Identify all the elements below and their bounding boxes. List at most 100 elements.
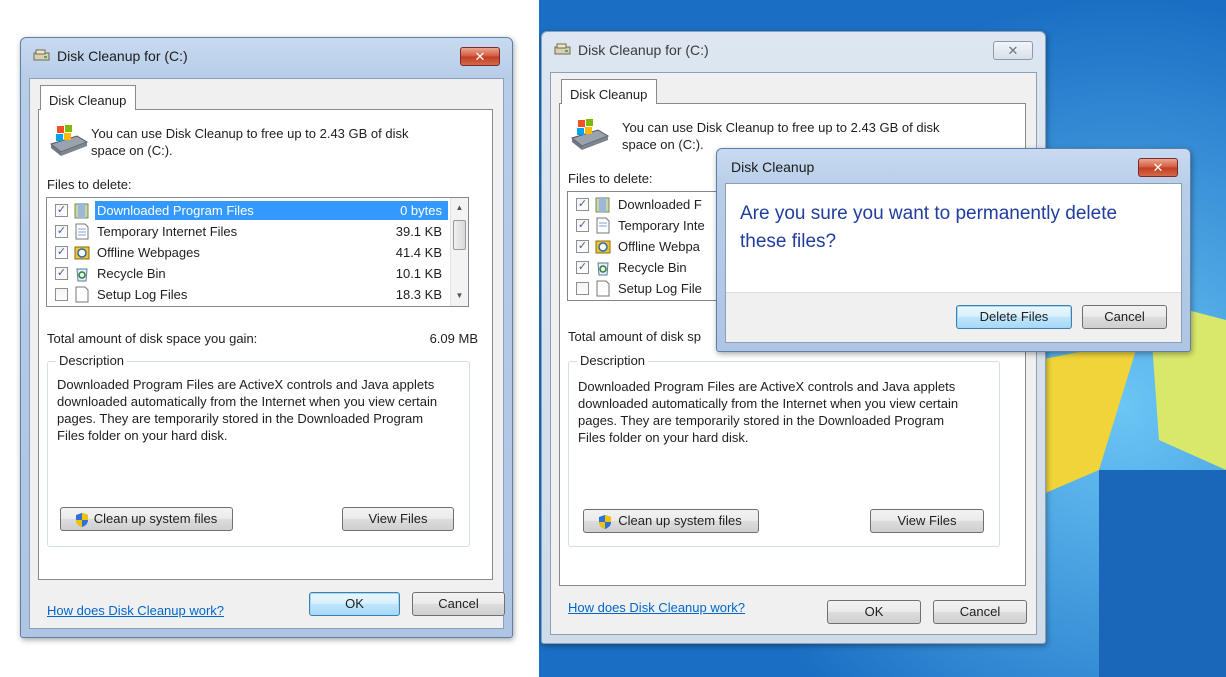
description-line: Downloaded Program Files are ActiveX con… [57, 377, 435, 392]
recycle-bin-icon [597, 262, 609, 276]
recycle-bin-icon [76, 268, 88, 282]
cancel-button[interactable]: Cancel [933, 600, 1027, 624]
list-item[interactable]: ✓ Temporary Inte [570, 215, 716, 236]
description-text: Downloaded Program Files are ActiveX con… [578, 378, 996, 446]
checkbox[interactable]: ✓ [576, 261, 589, 274]
checkbox[interactable]: ✓ [55, 246, 68, 259]
intro-line-1: You can use Disk Cleanup to free up to 2… [91, 126, 409, 141]
close-button[interactable]: ✕ [993, 41, 1033, 60]
dialog-button-bar: Delete Files Cancel [726, 292, 1181, 342]
help-link[interactable]: How does Disk Cleanup work? [47, 603, 224, 618]
description-line: Downloaded Program Files are ActiveX con… [578, 379, 956, 394]
clean-up-system-files-button[interactable]: Clean up system files [60, 507, 233, 531]
confirm-delete-dialog: Disk Cleanup ✕ Are you sure you want to … [716, 148, 1191, 352]
dialog-title: Disk Cleanup [731, 159, 815, 175]
intro-line-2: space on (C:). [91, 143, 173, 158]
list-item[interactable]: ✓ Offline Webpa [570, 236, 716, 257]
file-size: 10.1 KB [395, 266, 442, 281]
description-line: downloaded automatically from the Intern… [578, 396, 959, 411]
description-line: pages. They are temporarily stored in th… [57, 411, 424, 426]
description-title: Description [56, 353, 128, 368]
checkbox[interactable] [576, 282, 589, 295]
file-label: Temporary Inte [618, 218, 705, 233]
files-to-delete-label: Files to delete: [568, 171, 653, 186]
checkbox[interactable]: ✓ [576, 219, 589, 232]
folder-icon [74, 203, 89, 219]
files-to-delete-label: Files to delete: [47, 177, 132, 192]
list-item[interactable]: ✓ Downloaded F [570, 194, 716, 215]
document-icon [596, 280, 610, 297]
checkbox[interactable] [55, 288, 68, 301]
file-label: Temporary Internet Files [97, 224, 238, 239]
ok-button[interactable]: OK [827, 600, 921, 624]
scroll-down-arrow-icon[interactable]: ▼ [451, 288, 468, 304]
checkbox[interactable]: ✓ [55, 267, 68, 280]
tab-disk-cleanup[interactable]: Disk Cleanup [561, 79, 657, 104]
cancel-button[interactable]: Cancel [1082, 305, 1167, 329]
window-title: Disk Cleanup for (C:) [57, 48, 188, 64]
dialog-client-area: Disk Cleanup You can use Disk Cleanup to… [29, 78, 505, 629]
checkbox[interactable]: ✓ [576, 240, 589, 253]
offline-sync-icon [74, 246, 90, 260]
total-space-value: 6.09 MB [429, 331, 478, 346]
list-item[interactable]: ✓ Temporary Internet Files 39.1 KB [49, 221, 448, 242]
dialog-body: Are you sure you want to permanently del… [725, 183, 1182, 343]
clean-up-label: Clean up system files [93, 511, 218, 526]
uac-shield-icon [76, 513, 88, 527]
list-item[interactable]: ✓ Downloaded Program Files 0 bytes [49, 200, 448, 221]
tab-disk-cleanup[interactable]: Disk Cleanup [40, 85, 136, 110]
close-button[interactable]: ✕ [460, 47, 500, 66]
scroll-thumb[interactable] [453, 220, 466, 250]
file-size: 41.4 KB [395, 245, 442, 260]
title-bar[interactable]: Disk Cleanup ✕ [717, 149, 1190, 183]
files-to-delete-list[interactable]: ✓ Downloaded F ✓ Temporary Inte ✓ Offlin… [567, 191, 717, 301]
description-line: Files folder on your hard disk. [57, 428, 228, 443]
file-size: 0 bytes [390, 201, 446, 220]
list-item[interactable]: Setup Log File [570, 278, 716, 299]
window-title: Disk Cleanup for (C:) [578, 42, 709, 58]
close-button[interactable]: ✕ [1138, 158, 1178, 177]
clean-up-system-files-button[interactable]: Clean up system files [583, 509, 759, 533]
file-label: Recycle Bin [97, 266, 166, 281]
help-link[interactable]: How does Disk Cleanup work? [568, 600, 745, 615]
ok-button[interactable]: OK [309, 592, 400, 616]
vertical-scrollbar[interactable]: ▲ ▼ [450, 198, 468, 306]
list-item[interactable]: ✓ Offline Webpages 41.4 KB [49, 242, 448, 263]
cancel-button[interactable]: Cancel [412, 592, 505, 616]
title-bar[interactable]: Disk Cleanup for (C:) ✕ [21, 38, 512, 72]
files-to-delete-list[interactable]: ✓ Downloaded Program Files 0 bytes ✓ Tem… [46, 197, 469, 307]
list-item[interactable]: ✓ Recycle Bin 10.1 KB [49, 263, 448, 284]
uac-shield-icon [599, 515, 611, 529]
title-bar[interactable]: Disk Cleanup for (C:) ✕ [542, 32, 1045, 66]
left-screenshot-panel: Disk Cleanup for (C:) ✕ Disk Cleanup You… [0, 0, 536, 677]
checkbox[interactable]: ✓ [55, 204, 68, 217]
confirm-message-line: these files? [740, 231, 837, 252]
description-text: Downloaded Program Files are ActiveX con… [57, 376, 467, 444]
offline-sync-icon [595, 240, 611, 254]
description-line: downloaded automatically from the Intern… [57, 394, 438, 409]
description-line: Files folder on your hard disk. [578, 430, 749, 445]
right-screenshot-panel: Disk Cleanup for (C:) ✕ Disk Cleanup You… [539, 0, 1226, 677]
total-space-label: Total amount of disk space you gain: [47, 331, 258, 346]
checkbox[interactable]: ✓ [55, 225, 68, 238]
disk-cleanup-window: Disk Cleanup for (C:) ✕ Disk Cleanup You… [20, 37, 513, 638]
checkbox[interactable]: ✓ [576, 198, 589, 211]
total-space-label: Total amount of disk sp [568, 329, 701, 344]
disk-cleanup-icon [554, 43, 571, 55]
intro-text: You can use Disk Cleanup to free up to 2… [91, 125, 409, 159]
confirm-message: Are you sure you want to permanently del… [740, 200, 1180, 256]
list-item[interactable]: ✓ Recycle Bin [570, 257, 716, 278]
description-title: Description [577, 353, 649, 368]
file-label: Recycle Bin [618, 260, 687, 275]
scroll-up-arrow-icon[interactable]: ▲ [451, 200, 468, 216]
drive-cleanup-icon [49, 125, 89, 156]
delete-files-button[interactable]: Delete Files [956, 305, 1072, 329]
file-size: 39.1 KB [395, 224, 442, 239]
view-files-button[interactable]: View Files [342, 507, 454, 531]
document-icon [75, 286, 89, 303]
intro-line-1: You can use Disk Cleanup to free up to 2… [622, 120, 940, 135]
list-item[interactable]: Setup Log Files 18.3 KB [49, 284, 448, 305]
description-group: Description Downloaded Program Files are… [47, 353, 470, 547]
description-group: Description Downloaded Program Files are… [568, 353, 1000, 547]
view-files-button[interactable]: View Files [870, 509, 984, 533]
